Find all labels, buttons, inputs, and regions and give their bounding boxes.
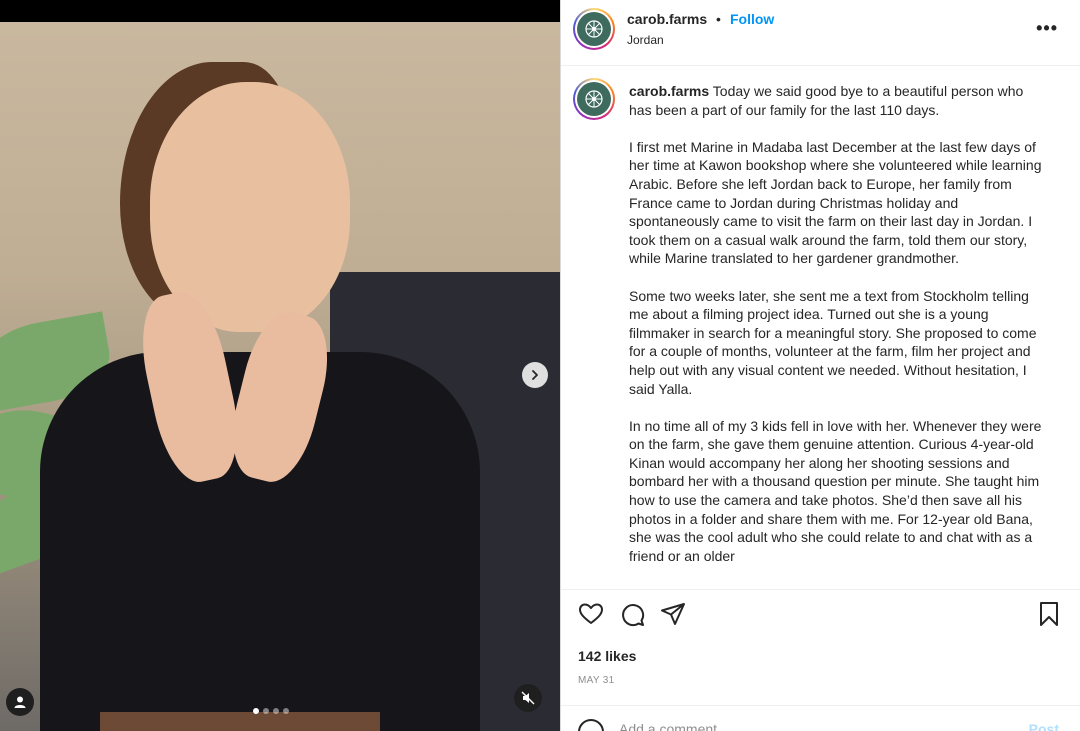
carousel-next-button[interactable] [522,362,548,388]
caption-avatar[interactable] [573,78,615,120]
caption-paragraph: Some two weeks later, she sent me a text… [629,287,1037,397]
post-caption: carob.farms Today we said good bye to a … [629,82,1045,584]
person-belt [100,712,380,731]
caption-username[interactable]: carob.farms [629,83,709,99]
follow-button[interactable]: Follow [730,11,774,27]
separator-dot: • [716,11,721,27]
carousel-dot [263,708,269,714]
carousel-dot [273,708,279,714]
media-top-bar [0,0,560,22]
comment-input[interactable] [619,721,999,731]
comment-icon[interactable] [618,600,646,628]
carob-logo-icon [577,82,611,116]
carob-logo-icon [577,12,611,46]
carousel-indicator [253,708,289,714]
emoji-icon[interactable] [578,719,604,731]
chevron-right-icon [532,370,538,380]
muted-speaker-icon [521,691,535,705]
heart-icon[interactable] [577,600,605,628]
action-bar [561,600,1080,636]
comments-section[interactable]: carob.farms Today we said good bye to a … [561,66,1080,590]
carousel-dot [253,708,259,714]
carousel-dot [283,708,289,714]
post-media [0,0,560,731]
add-comment-bar: Post [561,705,1080,731]
more-options-icon[interactable]: ••• [1036,18,1058,39]
location-link[interactable]: Jordan [627,33,664,47]
share-icon[interactable] [659,600,687,628]
caption-paragraph: In no time all of my 3 kids fell in love… [629,417,1042,564]
user-tag-icon [14,696,26,708]
bookmark-icon[interactable] [1035,600,1063,628]
avatar[interactable] [573,8,615,50]
post-header: carob.farms • Follow Jordan ••• [561,0,1080,66]
username-link[interactable]: carob.farms [627,11,707,27]
tagged-users-button[interactable] [6,688,34,716]
caption-paragraph: I first met Marine in Madaba last Decemb… [629,138,1042,267]
post-photo [0,22,560,731]
mute-toggle-button[interactable] [514,684,542,712]
post-details-panel: carob.farms • Follow Jordan ••• carob.fa… [560,0,1080,731]
post-date[interactable]: MAY 31 [578,675,614,686]
likes-count[interactable]: 142 likes [578,648,636,664]
post-comment-button[interactable]: Post [1029,721,1059,731]
